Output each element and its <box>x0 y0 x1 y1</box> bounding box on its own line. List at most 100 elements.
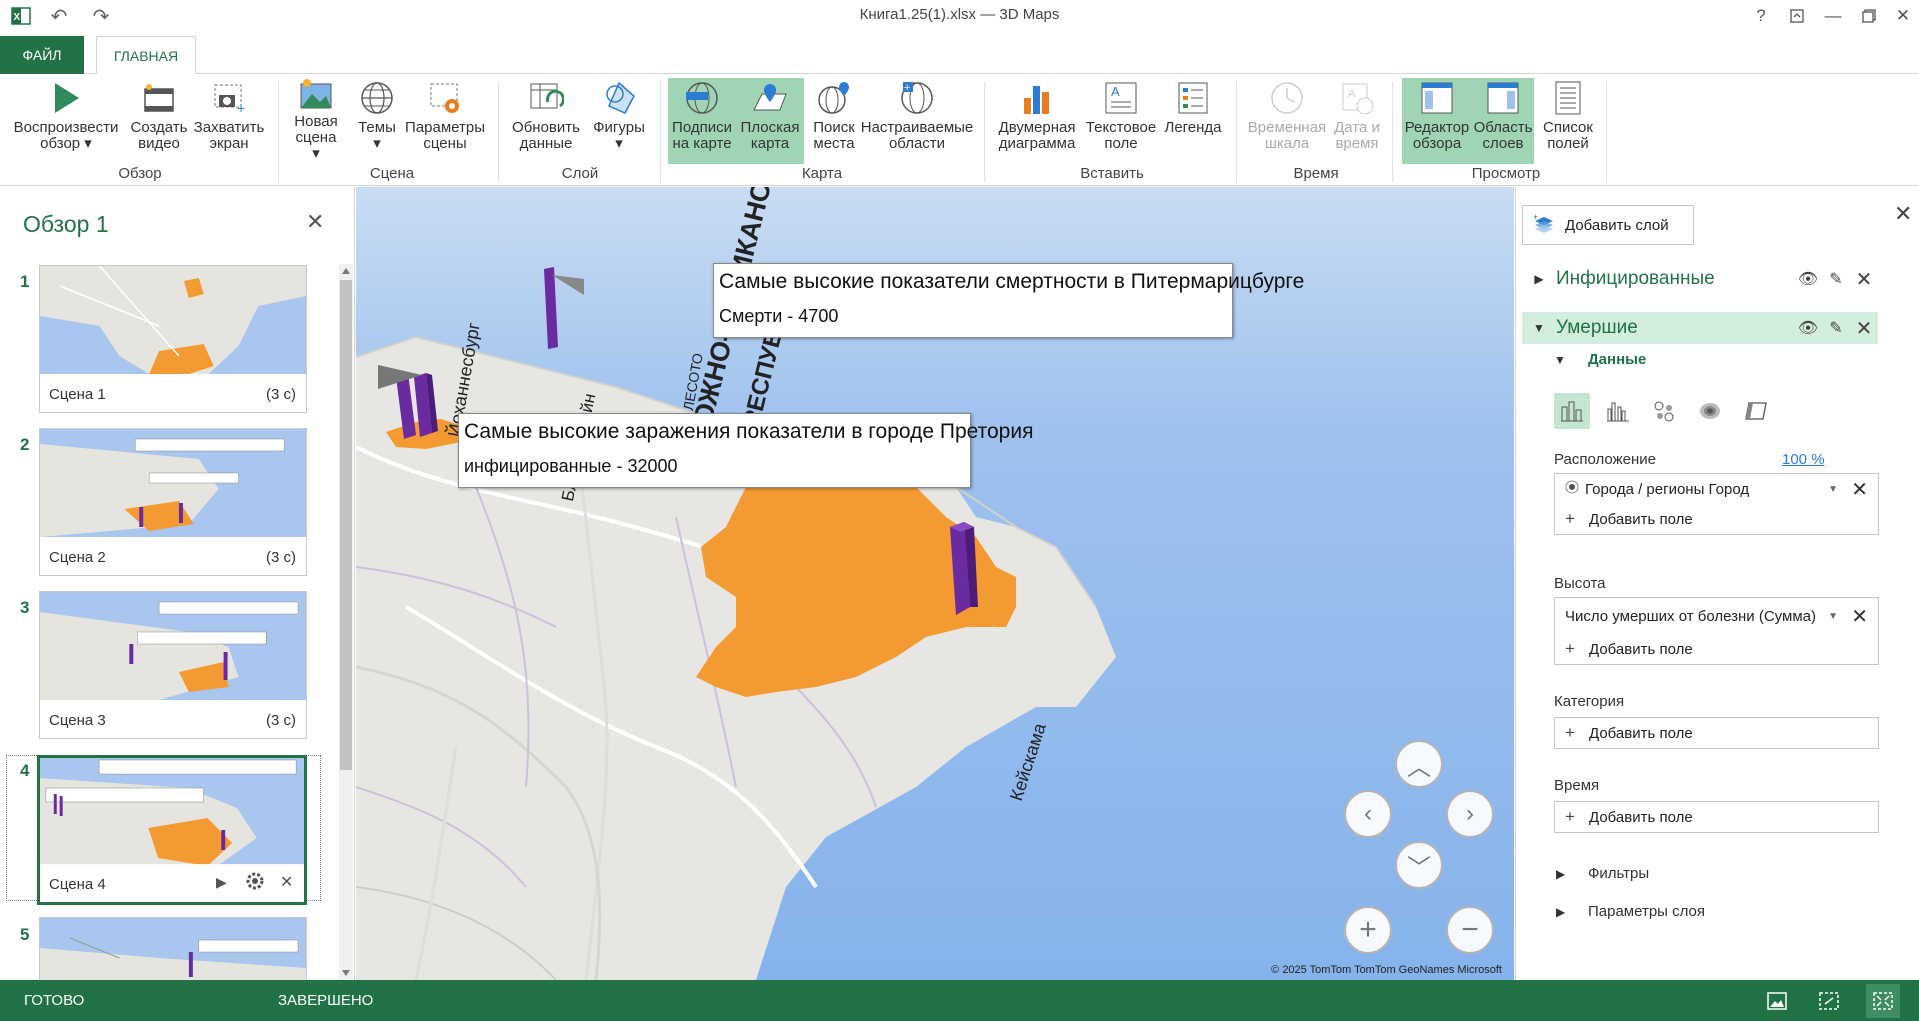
data-collapse-icon[interactable]: ▼ <box>1554 353 1566 367</box>
text-box-button[interactable]: A Текстовое поле <box>1084 78 1158 160</box>
tilt-down-button[interactable]: ﹀ <box>1395 841 1443 889</box>
normal-view-icon[interactable] <box>1760 984 1794 1018</box>
layer-options-section[interactable]: Параметры слоя <box>1588 903 1705 920</box>
zoom-out-button[interactable]: − <box>1446 906 1494 954</box>
rotate-right-button[interactable]: › <box>1446 790 1494 838</box>
create-video-button[interactable]: Создать видео <box>128 78 190 160</box>
location-field[interactable]: Города / регионы Город ▼ ✕ <box>1555 474 1878 504</box>
tour-editor-button[interactable]: Редактор обзора <box>1402 78 1472 164</box>
play-tour-button[interactable]: Воспроизвести обзор ▾ <box>12 78 120 160</box>
remove-field-icon[interactable]: ✕ <box>1851 604 1868 629</box>
map-view[interactable]: ЮЖНО-АФРИКАНСКАЯ РЕСПУБЛИКА Блумфонтейн … <box>356 187 1514 980</box>
bubble-icon <box>1654 401 1674 422</box>
restore-ribbon-icon[interactable] <box>1782 4 1812 28</box>
filters-expand-icon[interactable]: ▶ <box>1556 867 1565 881</box>
custom-regions-button[interactable]: + Настраиваемые области <box>861 78 973 160</box>
scene-play-icon[interactable]: ▶ <box>216 874 227 891</box>
new-scene-button[interactable]: Новая сцена ▾ <box>290 78 342 162</box>
svg-text:A: A <box>1348 88 1356 100</box>
pencil-icon[interactable]: ✎ <box>1822 269 1850 289</box>
height-field[interactable]: Число умерших от болезни (Сумма) ▼ ✕ <box>1555 598 1878 634</box>
timeline-button[interactable]: Временная шкала <box>1244 78 1330 160</box>
clustered-column-button[interactable] <box>1600 393 1636 429</box>
tab-file[interactable]: ФАЙЛ <box>0 36 84 74</box>
scene-options-label: Параметры <box>405 119 485 136</box>
date-time-button[interactable]: A Дата и время <box>1332 78 1382 160</box>
scene-card-3[interactable]: Сцена 3 (3 с) <box>39 591 307 739</box>
pencil-icon[interactable]: ✎ <box>1822 318 1850 338</box>
layout-view-icon[interactable] <box>1812 984 1846 1018</box>
eye-icon[interactable]: 👁 <box>1794 269 1822 289</box>
2d-chart-button[interactable]: Двумерная диаграмма <box>996 78 1078 160</box>
clustered-column-icon <box>1607 402 1629 422</box>
refresh-data-button[interactable]: Обновить данные <box>510 78 582 160</box>
flat-map-button[interactable]: Плоская карта <box>736 78 804 164</box>
scene-delete-icon[interactable]: ✕ <box>280 872 293 892</box>
delete-layer-icon[interactable]: ✕ <box>1850 316 1878 341</box>
shapes-button[interactable]: Фигуры ▾ <box>590 78 648 160</box>
capture-screen-button[interactable]: + Захватить экран <box>194 78 264 160</box>
scene-card-1[interactable]: Сцена 1 (3 с) <box>39 265 307 413</box>
plus-icon: + <box>1565 807 1575 826</box>
scene-thumbnail <box>40 758 304 866</box>
fullscreen-view-icon[interactable] <box>1866 984 1900 1018</box>
dropdown-icon[interactable]: ▼ <box>1828 484 1838 495</box>
minimize-button[interactable]: — <box>1818 4 1848 28</box>
legend-label: Легенда <box>1164 119 1222 136</box>
dropdown-icon[interactable]: ▼ <box>1828 611 1838 622</box>
scene-card-2[interactable]: Сцена 2 (3 с) <box>39 428 307 576</box>
location-percent-link[interactable]: 100 % <box>1782 451 1825 468</box>
close-layer-pane-icon[interactable]: ✕ <box>1894 201 1912 227</box>
add-field-row[interactable]: + Добавить поле <box>1555 718 1878 748</box>
find-location-icon <box>814 78 854 118</box>
callout-infected-title: Самые высокие заражения показатели в гор… <box>464 420 1034 443</box>
themes-button[interactable]: Темы ▾ <box>352 78 402 160</box>
maximize-button[interactable] <box>1854 4 1884 28</box>
camera-icon: + <box>209 78 249 118</box>
scene-name: Сцена 3 <box>49 712 106 729</box>
help-button[interactable]: ? <box>1746 4 1776 28</box>
callout-infected[interactable]: Самые высокие заражения показатели в гор… <box>458 413 1034 488</box>
layer-options-expand-icon[interactable]: ▶ <box>1556 905 1565 919</box>
scene-card-4[interactable]: Сцена 4 ▶ ✕ <box>37 755 307 905</box>
date-time-label-2: время <box>1335 135 1379 152</box>
delete-layer-icon[interactable]: ✕ <box>1850 267 1878 292</box>
close-window-button[interactable]: ✕ <box>1888 4 1918 28</box>
layer-item-deaths[interactable]: ▼ Умершие 👁 ✎ ✕ <box>1522 312 1878 344</box>
scene-options-button[interactable]: Параметры сцены <box>404 78 486 160</box>
collapse-icon[interactable]: ▼ <box>1522 321 1556 335</box>
map-labels-button[interactable]: Подписи на карте <box>668 78 736 164</box>
scene-settings-icon[interactable] <box>244 870 266 896</box>
layer-pane-label-2: слоев <box>1482 135 1524 152</box>
tour-scrollbar[interactable] <box>339 264 353 980</box>
layer-item-infected[interactable]: ▶ Инфицированные 👁 ✎ ✕ <box>1522 263 1878 295</box>
rotate-left-button[interactable]: ‹ <box>1344 790 1392 838</box>
tilt-up-button[interactable]: ︿ <box>1395 740 1443 788</box>
bubble-button[interactable] <box>1646 393 1682 429</box>
2d-chart-label-2: диаграмма <box>998 135 1076 152</box>
tab-home[interactable]: ГЛАВНАЯ <box>96 36 196 75</box>
callout-deaths[interactable]: Самые высокие показатели смертности в Пи… <box>713 263 1304 338</box>
zoom-in-button[interactable]: + <box>1344 906 1392 954</box>
legend-button[interactable]: Легенда <box>1162 78 1224 160</box>
radio-icon[interactable] <box>1565 480 1585 498</box>
filters-section[interactable]: Фильтры <box>1588 865 1649 882</box>
add-field-row[interactable]: + Добавить поле <box>1555 634 1878 664</box>
find-location-button[interactable]: Поиск места <box>808 78 860 160</box>
expand-icon[interactable]: ▶ <box>1522 272 1556 286</box>
field-list-button[interactable]: Список полей <box>1538 78 1598 160</box>
scene-duration: (3 с) <box>266 549 296 566</box>
region-button[interactable] <box>1738 393 1774 429</box>
close-tour-panel-icon[interactable]: ✕ <box>306 209 324 235</box>
scene-card-5[interactable] <box>39 917 307 980</box>
add-field-row[interactable]: + Добавить поле <box>1555 504 1878 534</box>
stacked-column-button[interactable] <box>1554 393 1590 429</box>
create-video-label-2: видео <box>138 135 180 152</box>
heatmap-button[interactable] <box>1692 393 1728 429</box>
layer-pane-button[interactable]: Область слоев <box>1472 78 1534 164</box>
eye-icon[interactable]: 👁 <box>1794 318 1822 338</box>
play-icon <box>46 78 86 118</box>
remove-field-icon[interactable]: ✕ <box>1851 477 1868 502</box>
add-field-row[interactable]: + Добавить поле <box>1555 802 1878 832</box>
add-layer-button[interactable]: + Добавить слой <box>1522 205 1694 245</box>
